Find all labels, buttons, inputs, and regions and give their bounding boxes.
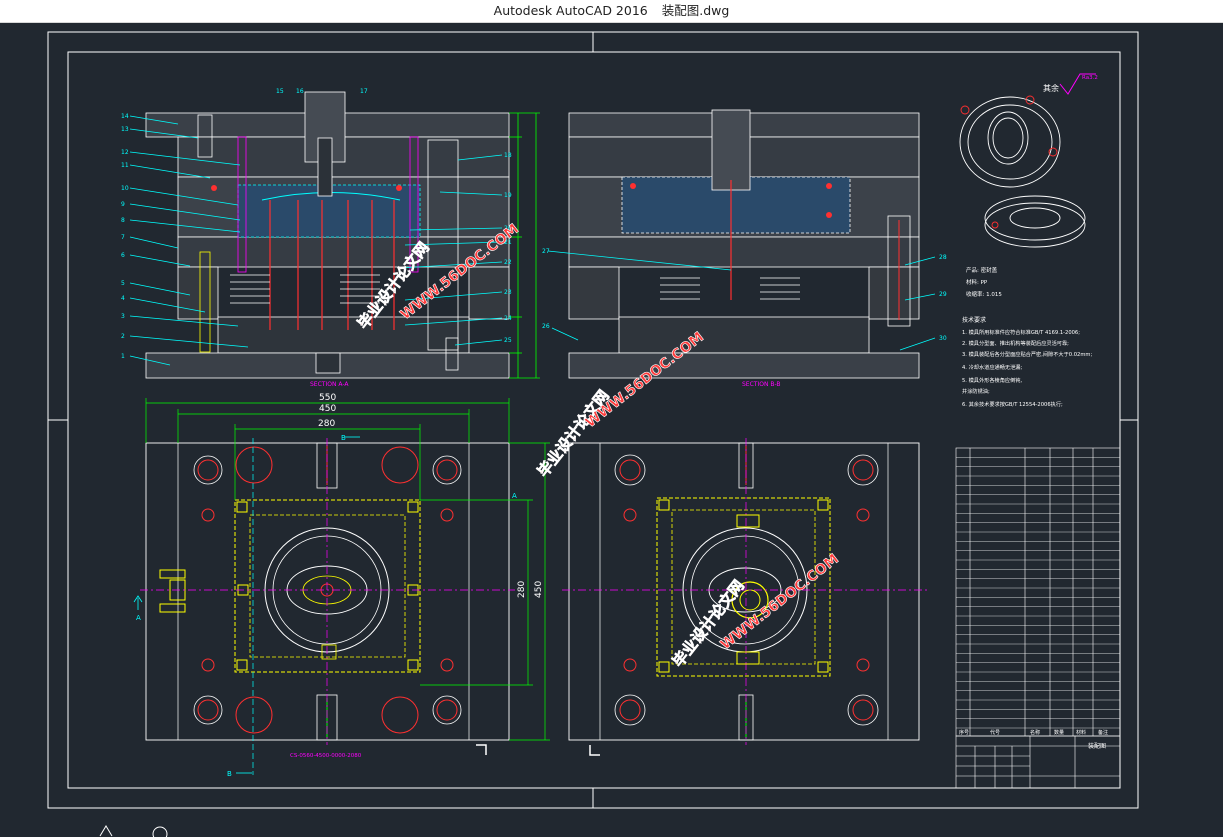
section-aa-label: SECTION A-A	[310, 381, 349, 388]
dim-280-vertical: 280	[517, 581, 527, 598]
drawing-title: 装配图	[1088, 742, 1106, 750]
svg-text:毕业设计论文网: 毕业设计论文网	[534, 387, 613, 481]
svg-text:6. 其余技术要求按GB/T 12554-2006执行;: 6. 其余技术要求按GB/T 12554-2006执行;	[962, 400, 1063, 408]
svg-text:24: 24	[504, 315, 512, 322]
svg-text:13: 13	[121, 126, 129, 133]
product-info: 产品: 密封盖 材料: PP 收缩率: 1.015	[966, 266, 1002, 298]
watermark-3: 毕业设计论文网	[534, 386, 613, 481]
svg-text:11: 11	[121, 162, 129, 169]
svg-text:1: 1	[121, 353, 125, 360]
svg-text:1. 模具所用标准件应符合标准GB/T 4169.1-200: 1. 模具所用标准件应符合标准GB/T 4169.1-2006;	[962, 328, 1080, 336]
dimension-lines	[145, 398, 550, 741]
roughness-value: Ra3.2	[1082, 75, 1098, 81]
svg-text:30: 30	[939, 335, 947, 342]
file-name: 装配图.dwg	[661, 3, 730, 18]
svg-text:产品: 密封盖: 产品: 密封盖	[966, 266, 998, 274]
product-isometric-views	[959, 95, 1086, 248]
watermark-5: 毕业设计论文网	[669, 576, 748, 671]
mold-code: CS-0560-4500-0000-2080	[290, 753, 362, 759]
svg-text:12: 12	[121, 149, 129, 156]
window-title-bar: Autodesk AutoCAD 2016 装配图.dwg	[0, 0, 1223, 23]
svg-text:17: 17	[360, 88, 368, 95]
svg-text:5: 5	[121, 280, 125, 287]
section-arrows	[133, 436, 360, 774]
svg-text:序号: 序号	[959, 729, 969, 736]
bom-header: 序号 代号 名称 数量 材料 备注	[959, 729, 1108, 736]
svg-text:材料: 材料	[1076, 729, 1086, 736]
svg-text:A: A	[512, 492, 517, 500]
drawing-canvas[interactable]: SECTION A-A 14 13 12 11 10 9 8 7 6 5 4 3…	[0, 23, 1223, 837]
svg-text:代号: 代号	[990, 729, 1000, 736]
svg-text:B: B	[227, 770, 232, 778]
svg-text:收缩率: 1.015: 收缩率: 1.015	[966, 290, 1002, 298]
bill-of-materials	[955, 447, 1121, 737]
svg-text:数量: 数量	[1054, 729, 1064, 736]
dim-280: 280	[318, 419, 335, 429]
cad-drawing: SECTION A-A 14 13 12 11 10 9 8 7 6 5 4 3…	[47, 31, 1139, 809]
svg-text:19: 19	[504, 192, 512, 199]
section-b-b-view: SECTION B-B	[568, 109, 920, 388]
svg-text:技术要求: 技术要求	[962, 316, 986, 324]
svg-text:备注: 备注	[1098, 729, 1108, 736]
svg-text:26: 26	[542, 323, 550, 330]
svg-text:14: 14	[121, 113, 129, 120]
svg-text:材料: PP: 材料: PP	[966, 278, 988, 286]
svg-text:10: 10	[121, 185, 129, 192]
ucs-icon	[99, 825, 168, 837]
svg-text:8: 8	[121, 217, 125, 224]
svg-text:2. 模具分型面、推出机构等装配后应灵活可靠;: 2. 模具分型面、推出机构等装配后应灵活可靠;	[962, 339, 1069, 347]
app-name: Autodesk AutoCAD 2016	[493, 3, 648, 18]
svg-text:29: 29	[939, 291, 947, 298]
dim-450: 450	[319, 404, 336, 414]
svg-text:2: 2	[121, 333, 125, 340]
svg-text:3: 3	[121, 313, 125, 320]
svg-text:16: 16	[296, 88, 304, 95]
svg-text:18: 18	[504, 152, 512, 159]
svg-text:B: B	[341, 434, 346, 442]
dim-450-vertical: 450	[534, 581, 544, 598]
section-bb-label: SECTION B-B	[742, 381, 781, 388]
bom-rows	[956, 457, 1120, 729]
section-a-a-view: SECTION A-A	[145, 91, 540, 388]
svg-text:25: 25	[504, 337, 512, 344]
svg-text:7: 7	[121, 234, 125, 241]
svg-text:22: 22	[504, 259, 512, 266]
svg-text:6: 6	[121, 252, 125, 259]
moving-half-plan-view: CS-0560-4500-0000-2080	[140, 438, 515, 775]
part-numbers-left: 14 13 12 11 10 9 8 7 6 5 4 3 2 1	[121, 113, 129, 360]
roughness-label: 其余	[1043, 83, 1059, 93]
fixed-half-plan-view	[562, 438, 930, 756]
svg-text:3. 模具装配后各分型面应贴合严密,间隙不大于0.02mm;: 3. 模具装配后各分型面应贴合严密,间隙不大于0.02mm;	[962, 350, 1092, 358]
svg-text:15: 15	[276, 88, 284, 95]
svg-text:A: A	[136, 614, 141, 622]
svg-text:5. 模具外形各棱角应倒钝,: 5. 模具外形各棱角应倒钝,	[962, 376, 1022, 384]
technical-requirements: 技术要求 1. 模具所用标准件应符合标准GB/T 4169.1-2006; 2.…	[962, 316, 1092, 408]
svg-text:名称: 名称	[1030, 729, 1040, 736]
svg-text:4: 4	[121, 295, 125, 302]
svg-text:并涂防锈油;: 并涂防锈油;	[962, 387, 990, 395]
svg-text:毕业设计论文网: 毕业设计论文网	[669, 577, 748, 671]
svg-text:4. 冷却水道应通畅无泄漏;: 4. 冷却水道应通畅无泄漏;	[962, 363, 1022, 371]
svg-text:28: 28	[939, 254, 947, 261]
svg-text:23: 23	[504, 289, 512, 296]
dim-550: 550	[319, 393, 336, 403]
svg-text:27: 27	[542, 248, 550, 255]
svg-text:9: 9	[121, 201, 125, 208]
